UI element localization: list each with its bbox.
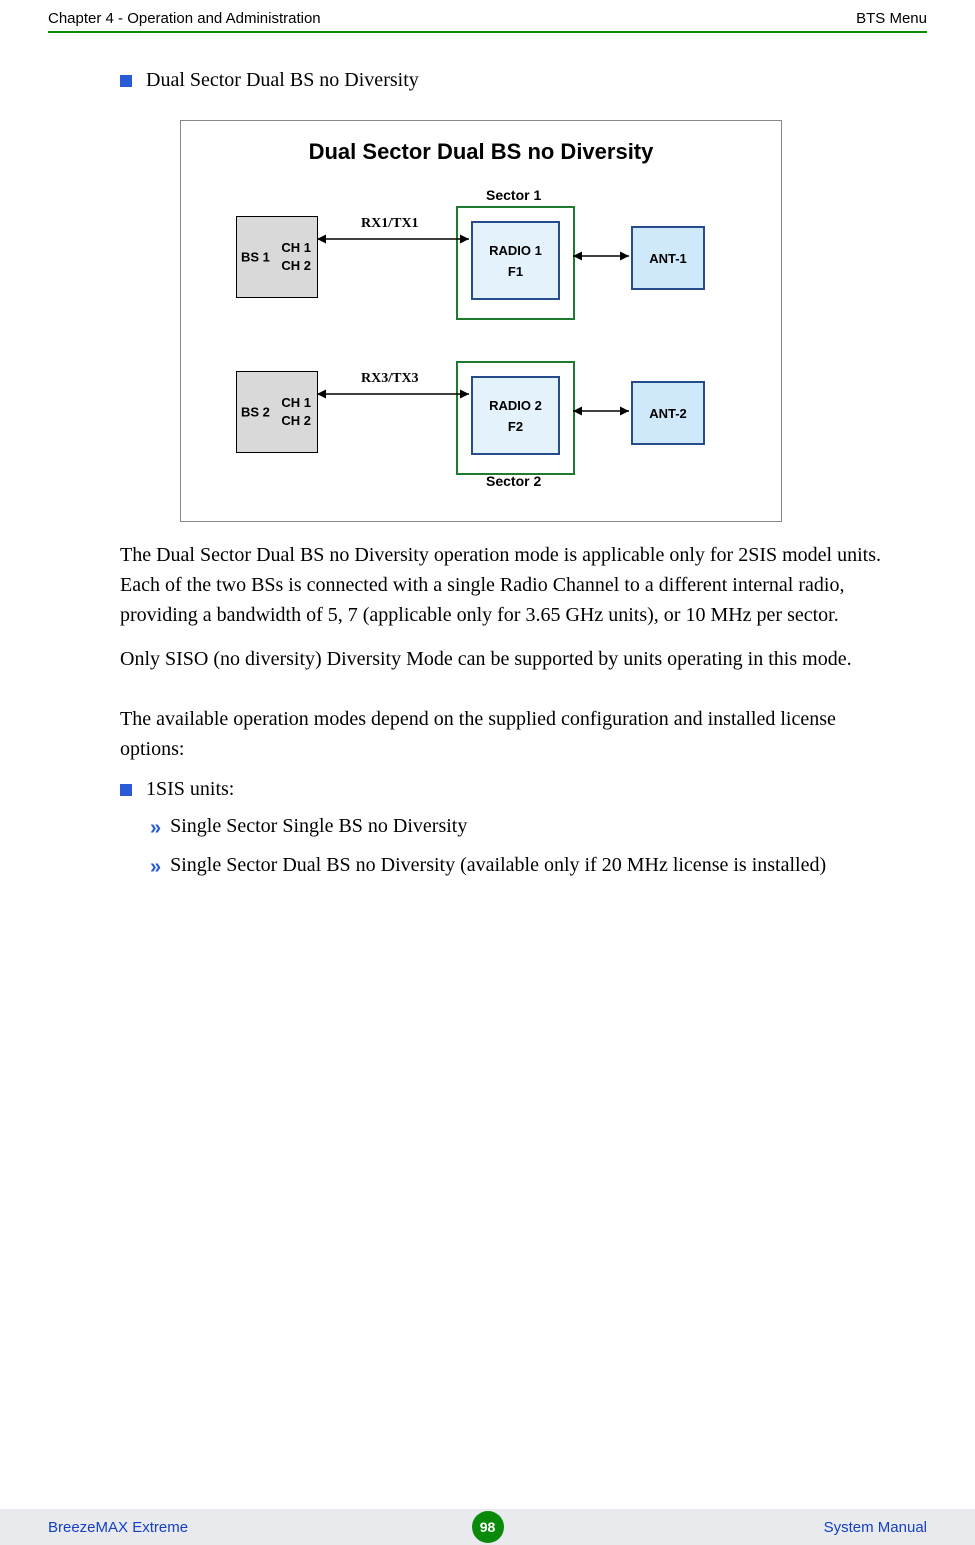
square-bullet-icon xyxy=(120,75,132,87)
list-bullet-units: 1SIS units: xyxy=(120,778,885,801)
diagram-title: Dual Sector Dual BS no Diversity xyxy=(181,139,781,165)
footer-left: BreezeMAX Extreme xyxy=(48,1519,188,1536)
footer-center: 98 xyxy=(472,1511,504,1543)
bs1-box: BS 1 CH 1 CH 2 xyxy=(236,216,318,298)
radio2-freq: F2 xyxy=(473,419,558,434)
paragraph-3: The available operation modes depend on … xyxy=(120,704,885,764)
content-area: Dual Sector Dual BS no Diversity Dual Se… xyxy=(120,69,885,879)
radio2-box: RADIO 2 F2 xyxy=(471,376,560,455)
list-units-text: 1SIS units: xyxy=(146,778,234,801)
header-right: BTS Menu xyxy=(856,10,927,27)
sub-bullet-1-text: Single Sector Single BS no Diversity xyxy=(170,815,467,838)
sector2-label: Sector 2 xyxy=(486,473,541,489)
radio2-name: RADIO 2 xyxy=(473,398,558,413)
bs2-channels: CH 1 CH 2 xyxy=(281,394,311,430)
radio1-box: RADIO 1 F1 xyxy=(471,221,560,300)
chevron-icon: » xyxy=(150,817,158,840)
bs2-label: BS 2 xyxy=(241,405,270,420)
paragraph-1: The Dual Sector Dual BS no Diversity ope… xyxy=(120,540,885,630)
diagram-frame: Dual Sector Dual BS no Diversity BS 1 CH… xyxy=(180,120,782,522)
bs2-ch2: CH 2 xyxy=(281,412,311,430)
header-rule xyxy=(48,31,927,33)
bs1-channels: CH 1 CH 2 xyxy=(281,239,311,275)
sub-bullet-1: » Single Sector Single BS no Diversity xyxy=(150,815,885,840)
ant1-box: ANT-1 xyxy=(631,226,705,290)
footer-bar: BreezeMAX Extreme 98 System Manual xyxy=(0,1509,975,1545)
bs1-ch1: CH 1 xyxy=(281,239,311,257)
section-bullet-text: Dual Sector Dual BS no Diversity xyxy=(146,69,419,92)
radio1-name: RADIO 1 xyxy=(473,243,558,258)
paragraph-2: Only SISO (no diversity) Diversity Mode … xyxy=(120,644,885,674)
link2-label: RX3/TX3 xyxy=(361,371,419,387)
page-header: Chapter 4 - Operation and Administration… xyxy=(0,0,975,31)
page: Chapter 4 - Operation and Administration… xyxy=(0,0,975,1545)
bs2-box: BS 2 CH 1 CH 2 xyxy=(236,371,318,453)
link1-label: RX1/TX1 xyxy=(361,216,419,232)
sector1-label: Sector 1 xyxy=(486,187,541,203)
page-number-badge: 98 xyxy=(472,1511,504,1543)
square-bullet-icon xyxy=(120,784,132,796)
radio1-freq: F1 xyxy=(473,264,558,279)
header-left: Chapter 4 - Operation and Administration xyxy=(48,10,321,27)
ant2-box: ANT-2 xyxy=(631,381,705,445)
bs2-ch1: CH 1 xyxy=(281,394,311,412)
sub-bullet-2-text: Single Sector Dual BS no Diversity (avai… xyxy=(170,854,826,877)
chevron-icon: » xyxy=(150,856,158,879)
bs1-ch2: CH 2 xyxy=(281,257,311,275)
sub-bullet-2: » Single Sector Dual BS no Diversity (av… xyxy=(150,854,885,879)
bs1-label: BS 1 xyxy=(241,250,270,265)
diagram-container: Dual Sector Dual BS no Diversity BS 1 CH… xyxy=(180,120,885,522)
footer-right: System Manual xyxy=(824,1519,927,1536)
section-bullet: Dual Sector Dual BS no Diversity xyxy=(120,69,885,92)
